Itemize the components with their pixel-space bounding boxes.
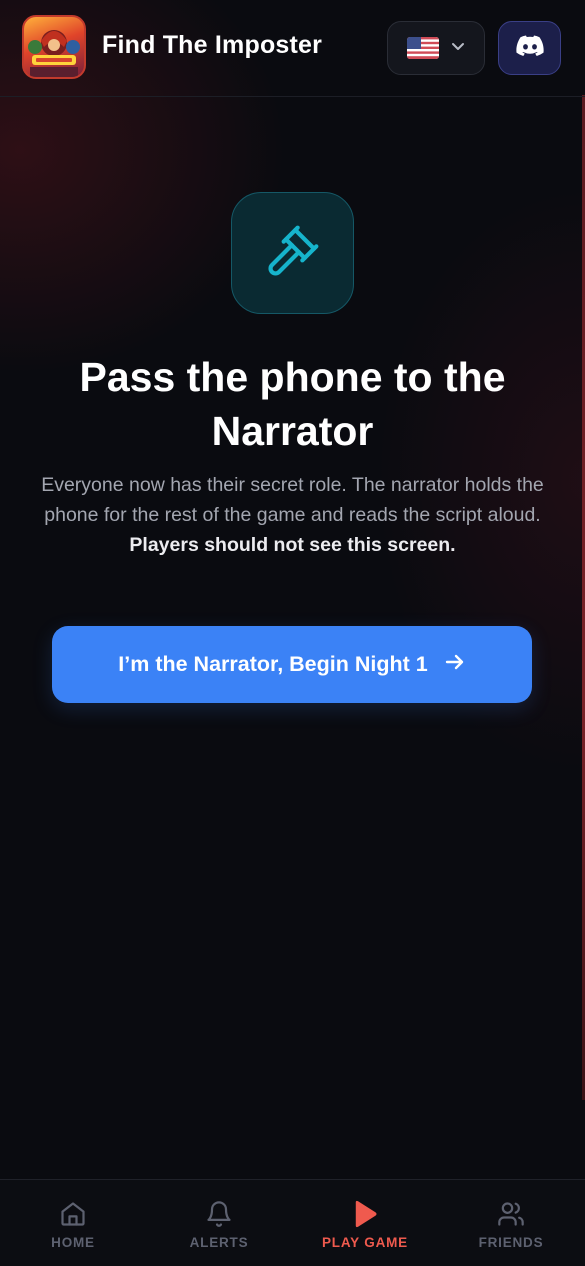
begin-night-label: I’m the Narrator, Begin Night 1 xyxy=(118,652,428,676)
hero-icon-box xyxy=(231,192,354,314)
nav-alerts-label: ALERTS xyxy=(189,1235,249,1250)
discord-button[interactable] xyxy=(498,21,561,75)
discord-icon xyxy=(515,35,544,62)
game-logo[interactable] xyxy=(22,15,86,79)
nav-alerts[interactable]: ALERTS xyxy=(146,1180,292,1266)
nav-play-game[interactable]: PLAY GAME xyxy=(292,1180,438,1266)
nav-play-game-label: PLAY GAME xyxy=(322,1235,408,1250)
bottom-nav: HOME ALERTS PLAY GAME FRIENDS xyxy=(0,1179,585,1266)
nav-friends[interactable]: FRIENDS xyxy=(438,1180,584,1266)
instructions-plain: Everyone now has their secret role. The … xyxy=(41,474,544,526)
begin-night-button[interactable]: I’m the Narrator, Begin Night 1 xyxy=(52,626,532,703)
instructions-warning: Players should not see this screen. xyxy=(129,534,456,556)
nav-friends-label: FRIENDS xyxy=(478,1235,544,1250)
app-header: Find The Imposter xyxy=(0,0,585,97)
nav-home-label: HOME xyxy=(51,1235,95,1250)
users-icon xyxy=(496,1199,526,1229)
gavel-icon xyxy=(265,223,321,284)
arrow-right-icon xyxy=(444,652,466,678)
app-title: Find The Imposter xyxy=(102,31,323,59)
instructions-text: Everyone now has their secret role. The … xyxy=(36,470,549,560)
chevron-down-icon xyxy=(451,39,465,57)
bell-icon xyxy=(205,1199,233,1229)
page-title: Pass the phone to the Narrator xyxy=(79,354,506,454)
us-flag-icon xyxy=(407,37,439,59)
home-icon xyxy=(59,1199,87,1229)
nav-home[interactable]: HOME xyxy=(0,1180,146,1266)
play-icon xyxy=(351,1199,379,1229)
language-selector[interactable] xyxy=(387,21,485,75)
